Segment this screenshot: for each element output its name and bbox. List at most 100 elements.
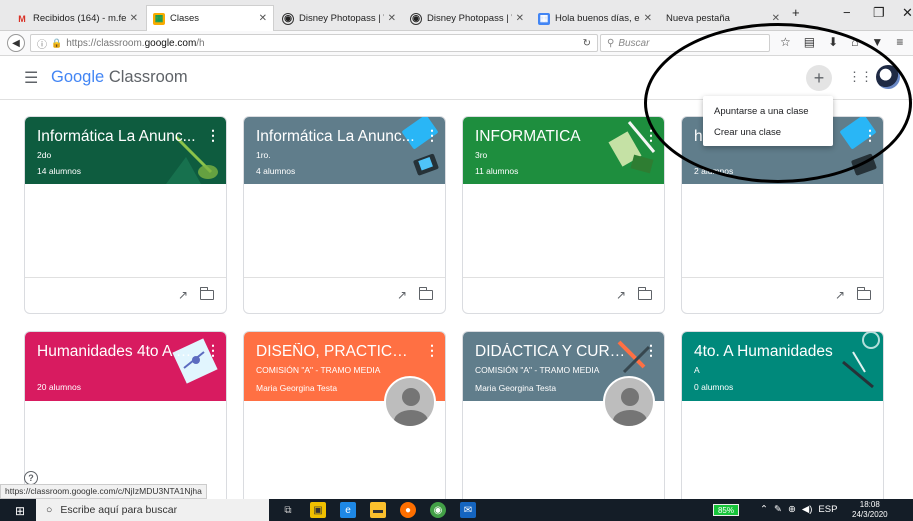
class-card[interactable]: Informática La Anunc... 1ro. 4 alumnos ⋮… [243, 116, 446, 314]
close-icon[interactable]: ✕ [130, 13, 138, 24]
card-header[interactable]: DISEÑO, PRACTICA Y... COMISIÓN "A" - TRA… [244, 332, 445, 428]
address-bar[interactable]: ⓘ 🔒 https://classroom. google.com/h ↻ [30, 34, 598, 52]
browser-search-field[interactable]: ⚲ Buscar [600, 34, 770, 52]
more-options-icon[interactable]: ⋮ [425, 127, 439, 144]
new-tab-icon[interactable]: + [792, 5, 800, 20]
class-card[interactable]: DIDÁCTICA Y CURRI... COMISIÓN "A" - TRAM… [462, 331, 665, 506]
card-section: 2do [37, 150, 52, 160]
trending-icon[interactable]: ↗ [178, 288, 188, 302]
search-icon: ⚲ [607, 37, 615, 49]
classroom-logo[interactable]: Google Classroom [51, 68, 188, 87]
more-options-icon[interactable]: ⋮ [425, 342, 439, 359]
reading-list-icon[interactable]: ▤ [804, 35, 815, 49]
card-student-count: 20 alumnos [37, 382, 81, 392]
card-header[interactable]: Humanidades 4to A 2... 20 alumnos ⋮ [25, 332, 226, 401]
minimize-icon[interactable]: − [843, 5, 851, 20]
help-icon[interactable]: ? [24, 471, 38, 485]
more-options-icon[interactable]: ⋮ [644, 127, 658, 144]
close-icon[interactable]: ✕ [259, 13, 267, 24]
store-icon[interactable]: ▣ [310, 502, 326, 518]
task-view-icon[interactable]: ⧉ [280, 502, 296, 518]
windows-start-icon[interactable]: ⊞ [15, 504, 25, 518]
more-options-icon[interactable]: ⋮ [644, 342, 658, 359]
folder-icon[interactable] [418, 287, 433, 300]
card-header[interactable]: Informática La Anunc... 1ro. 4 alumnos ⋮ [244, 117, 445, 184]
class-card[interactable]: 4to. A Humanidades A 0 alumnos [681, 331, 884, 506]
tab-label: Hola buenos días, esp... [555, 13, 640, 24]
tab-disney-1[interactable]: ◉ Disney Photopass | Wa... ✕ [276, 6, 402, 31]
window-close-icon[interactable]: ✕ [902, 5, 913, 21]
bookmark-star-icon[interactable]: ☆ [780, 35, 791, 49]
trending-icon[interactable]: ↗ [397, 288, 407, 302]
chrome-icon[interactable]: ◉ [430, 502, 446, 518]
class-card[interactable]: DISEÑO, PRACTICA Y... COMISIÓN "A" - TRA… [243, 331, 446, 506]
card-title[interactable]: Informática La Anunc... [37, 128, 197, 146]
battery-indicator[interactable]: 85% [713, 504, 739, 516]
card-header[interactable]: 4to. A Humanidades A 0 alumnos [682, 332, 883, 401]
close-icon[interactable]: ✕ [516, 13, 524, 24]
card-section: COMISIÓN "A" - TRAMO MEDIA [475, 365, 600, 375]
close-icon[interactable]: ✕ [388, 13, 396, 24]
card-title[interactable]: INFORMATICA [475, 128, 635, 146]
tab-disney-2[interactable]: ◉ Disney Photopass | Wa... ✕ [404, 6, 530, 31]
card-title[interactable]: Humanidades 4to A 2... [37, 343, 197, 361]
tab-label: Clases [170, 13, 200, 24]
chevron-up-icon[interactable]: ⌃ [760, 504, 768, 515]
tab-label: Disney Photopass | Wa... [299, 13, 384, 24]
volume-icon[interactable]: ◀) [802, 504, 812, 515]
more-options-icon[interactable]: ⋮ [863, 127, 877, 144]
teacher-avatar[interactable] [603, 376, 655, 428]
tab-gmail[interactable]: M Recibidos (164) - m.fer... ✕ [10, 6, 144, 31]
card-title[interactable]: DISEÑO, PRACTICA Y... [256, 343, 416, 361]
home-icon[interactable]: ⌂ [851, 35, 858, 49]
brand-product: Classroom [108, 68, 188, 86]
card-section: COMISIÓN "A" - TRAMO MEDIA [256, 365, 381, 375]
menu-item-join-class[interactable]: Apuntarse a una clase [703, 101, 833, 122]
maximize-icon[interactable]: ❐ [873, 5, 885, 21]
class-card[interactable]: Humanidades 4to A 2... 20 alumnos ⋮ [24, 331, 227, 506]
edge-icon[interactable]: e [340, 502, 356, 518]
close-icon[interactable]: ✕ [772, 13, 780, 24]
download-icon[interactable]: ⬇ [828, 35, 838, 49]
back-button[interactable]: ◀ [7, 34, 25, 52]
card-header[interactable]: Informática La Anunc... 2do 14 alumnos ⋮ [25, 117, 226, 184]
mail-icon[interactable]: ✉ [460, 502, 476, 518]
info-icon[interactable]: ⓘ [37, 36, 47, 51]
more-options-icon[interactable]: ⋮ [206, 342, 220, 359]
card-title[interactable]: 4to. A Humanidades [694, 343, 854, 361]
close-icon[interactable]: ✕ [644, 13, 652, 24]
card-header[interactable]: DIDÁCTICA Y CURRI... COMISIÓN "A" - TRAM… [463, 332, 664, 428]
network-icon[interactable]: ⊕ [788, 504, 796, 515]
tab-nueva[interactable]: Nueva pestaña ✕ [660, 6, 786, 31]
pen-icon[interactable]: ✎ [774, 504, 782, 515]
reload-icon[interactable]: ↻ [583, 38, 591, 49]
folder-icon[interactable] [199, 287, 214, 300]
hamburger-menu-icon[interactable]: ☰ [24, 68, 38, 88]
card-title[interactable]: DIDÁCTICA Y CURRI... [475, 343, 635, 361]
card-header[interactable]: INFORMATICA 3ro 11 alumnos ⋮ [463, 117, 664, 184]
class-card[interactable]: INFORMATICA 3ro 11 alumnos ⋮ ↗ [462, 116, 665, 314]
language-indicator[interactable]: ESP [818, 504, 837, 515]
menu-icon[interactable]: ≡ [896, 35, 903, 49]
taskbar-clock[interactable]: 18:08 24/3/2020 [852, 500, 888, 520]
status-bar-url: https://classroom.google.com/c/NjIzMDU3N… [0, 484, 207, 499]
system-tray: ⌃ ✎ ⊕ ◀) ESP [760, 504, 837, 515]
tab-clases[interactable]: ▦ Clases ✕ [146, 5, 274, 31]
pocket-icon[interactable]: ▼ [871, 35, 883, 49]
trending-icon[interactable]: ↗ [616, 288, 626, 302]
file-explorer-icon[interactable]: ▬ [370, 502, 386, 518]
taskbar-search-box[interactable]: ○ Escribe aquí para buscar [36, 499, 269, 521]
folder-icon[interactable] [856, 287, 871, 300]
classroom-icon: ▦ [538, 12, 550, 25]
more-options-icon[interactable]: ⋮ [206, 127, 220, 144]
teacher-avatar[interactable] [384, 376, 436, 428]
class-card[interactable]: Informática La Anunc... 2do 14 alumnos ⋮… [24, 116, 227, 314]
firefox-icon[interactable]: ● [400, 502, 416, 518]
card-title[interactable]: Informática La Anunc... [256, 128, 416, 146]
folder-icon[interactable] [637, 287, 652, 300]
trending-icon[interactable]: ↗ [835, 288, 845, 302]
menu-item-create-class[interactable]: Crear una clase [703, 122, 833, 143]
account-avatar[interactable] [876, 65, 900, 89]
add-class-button[interactable]: + [806, 65, 832, 91]
tab-hola[interactable]: ▦ Hola buenos días, esp... ✕ [532, 6, 658, 31]
